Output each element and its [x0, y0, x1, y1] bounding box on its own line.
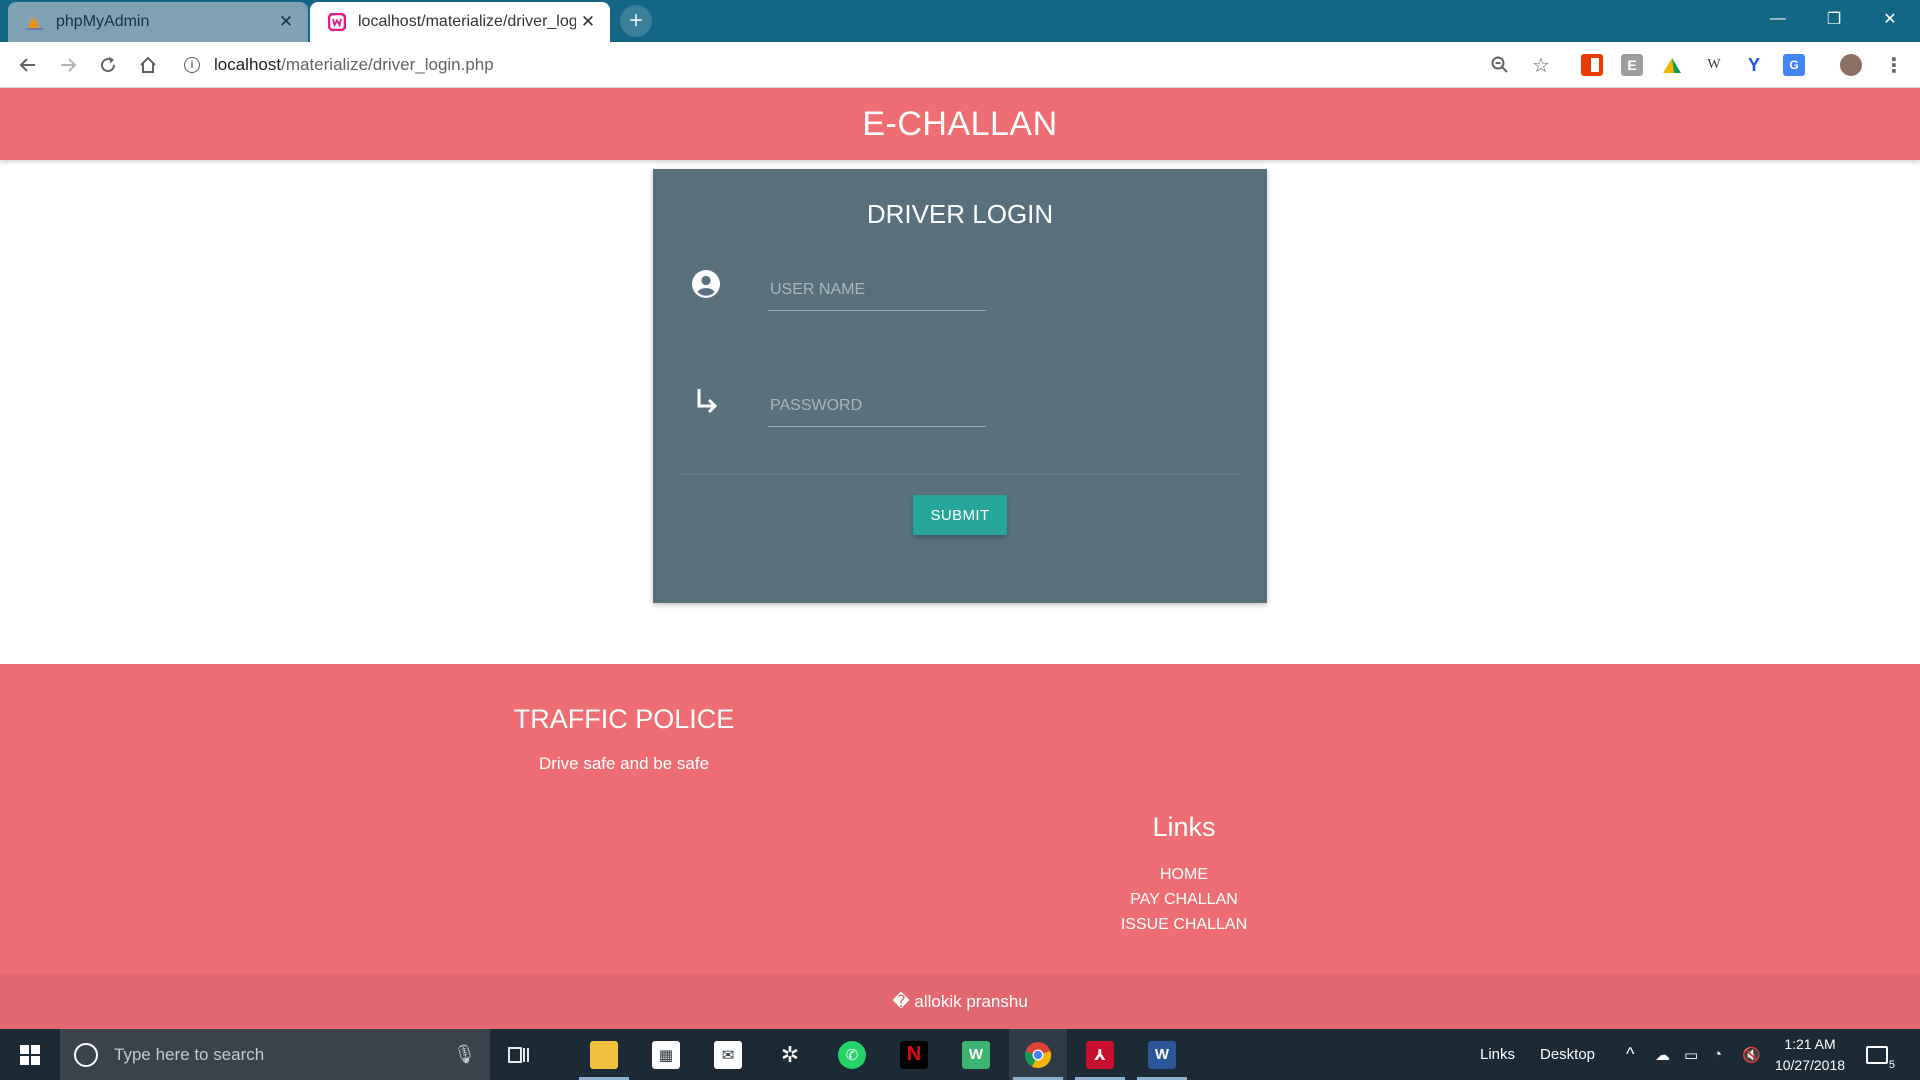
whatsapp-icon[interactable]: ✆ [823, 1029, 881, 1080]
footer-links: HOME PAY CHALLAN ISSUE CHALLAN [1084, 862, 1284, 937]
submit-button[interactable]: SUBMIT [913, 495, 1007, 535]
login-card: DRIVER LOGIN SUBMIT [653, 169, 1267, 603]
acrobat-icon[interactable]: ⅄ [1071, 1029, 1129, 1080]
url-path: /materialize/driver_login.php [281, 55, 494, 74]
browser-toolbar: i localhost/materialize/driver_login.php… [0, 42, 1920, 88]
start-button[interactable] [0, 1029, 60, 1080]
footer-title: TRAFFIC POLICE [513, 704, 735, 734]
notification-count: 5 [1888, 1058, 1895, 1071]
password-input[interactable] [768, 385, 986, 427]
reload-button[interactable] [92, 49, 124, 81]
time: 1:21 AM [1784, 1036, 1836, 1052]
mail-icon[interactable]: ✉ [699, 1029, 757, 1080]
mute-icon[interactable]: 🔇 [1742, 1029, 1761, 1080]
link-pay-challan[interactable]: PAY CHALLAN [1084, 887, 1284, 912]
keep-icon[interactable] [1661, 54, 1683, 76]
address-bar[interactable]: i localhost/materialize/driver_login.php [184, 51, 494, 79]
wifi-icon[interactable]: ◔ [1713, 1029, 1722, 1080]
w-ext-icon[interactable]: W [1703, 54, 1725, 76]
username-input[interactable] [768, 269, 986, 311]
store-icon[interactable]: ▦ [637, 1029, 695, 1080]
task-view-icon[interactable] [490, 1029, 548, 1080]
e-ext-icon[interactable]: E [1621, 54, 1643, 76]
microphone-icon[interactable]: 🎙 [453, 1044, 476, 1065]
taskbar-search[interactable]: Type here to search 🎙 [60, 1029, 490, 1080]
back-arrow-icon [19, 58, 35, 72]
links-heading: Links [1152, 812, 1216, 842]
notifications-icon[interactable]: 5 [1866, 1029, 1895, 1080]
office-icon[interactable] [1581, 54, 1603, 76]
battery-icon[interactable]: ▭ [1684, 1029, 1698, 1080]
tab-title: localhost/materialize/driver_login [358, 13, 576, 30]
username-field [691, 269, 986, 315]
windows-logo-icon [20, 1044, 40, 1065]
link-issue-challan[interactable]: ISSUE CHALLAN [1084, 912, 1284, 937]
close-icon[interactable]: ✕ [576, 10, 600, 34]
spider-icon[interactable]: ✲ [761, 1029, 819, 1080]
star-icon[interactable]: ☆ [1530, 54, 1552, 77]
home-icon [140, 56, 156, 73]
y-ext-icon[interactable]: Y [1743, 54, 1765, 76]
windows-taskbar: Type here to search 🎙 ▦ ✉ ✲ ✆ N W ⅄ W Li… [0, 1029, 1920, 1080]
minimize-button[interactable]: — [1750, 0, 1806, 38]
phpmyadmin-icon [26, 13, 44, 31]
login-title: DRIVER LOGIN [866, 199, 1054, 229]
new-tab-button[interactable]: + [620, 5, 652, 37]
home-button[interactable] [132, 49, 164, 81]
site-footer: TRAFFIC POLICE Drive safe and be safe Li… [0, 664, 1920, 974]
forward-button[interactable] [52, 49, 84, 81]
file-explorer-icon[interactable] [575, 1029, 633, 1080]
footer-copyright: � allokik pranshu [0, 974, 1920, 1029]
cortana-icon [74, 1042, 98, 1067]
tab-title: phpMyAdmin [56, 13, 150, 30]
link-home[interactable]: HOME [1084, 862, 1284, 887]
tab-phpmyadmin[interactable]: phpMyAdmin ✕ [8, 2, 308, 42]
menu-icon[interactable]: ⋮ [1883, 54, 1905, 77]
netflix-icon[interactable]: N [885, 1029, 943, 1080]
chevron-up-icon[interactable]: ^ [1626, 1029, 1634, 1080]
translate-icon[interactable]: G [1783, 54, 1805, 76]
forward-arrow-icon [61, 58, 77, 72]
wamp-taskbar-icon[interactable]: W [947, 1029, 1005, 1080]
url-host: localhost [214, 55, 282, 74]
close-icon[interactable]: ✕ [274, 10, 298, 34]
card-divider [681, 474, 1239, 475]
browser-tab-strip: phpMyAdmin ✕ localhost/materialize/drive… [0, 0, 1920, 42]
desktop-toolbar[interactable]: Desktop [1540, 1029, 1595, 1080]
profile-icon[interactable] [1840, 54, 1862, 76]
links-toolbar[interactable]: Links [1480, 1029, 1515, 1080]
clock[interactable]: 1:21 AM 10/27/2018 [1770, 1034, 1850, 1076]
brand-logo[interactable]: E-CHALLAN [862, 105, 1057, 144]
footer-tagline: Drive safe and be safe [538, 754, 710, 773]
password-field [691, 385, 986, 431]
back-button[interactable] [12, 49, 44, 81]
close-window-button[interactable]: ✕ [1862, 0, 1918, 38]
onedrive-icon[interactable]: ☁ [1655, 1029, 1670, 1080]
info-icon[interactable]: i [184, 57, 200, 73]
site-navbar: E-CHALLAN [0, 88, 1920, 160]
date: 10/27/2018 [1774, 1057, 1846, 1073]
restore-button[interactable]: ❐ [1806, 0, 1862, 38]
reload-icon [101, 57, 116, 73]
word-icon[interactable]: W [1133, 1029, 1191, 1080]
subdirectory-arrow-icon [691, 385, 721, 415]
account-circle-icon [691, 269, 721, 299]
wamp-icon [328, 13, 346, 31]
chrome-icon[interactable] [1009, 1029, 1067, 1080]
search-placeholder: Type here to search [114, 1044, 265, 1064]
zoom-icon[interactable] [1489, 54, 1511, 76]
tab-driver-login[interactable]: localhost/materialize/driver_login ✕ [310, 2, 610, 42]
